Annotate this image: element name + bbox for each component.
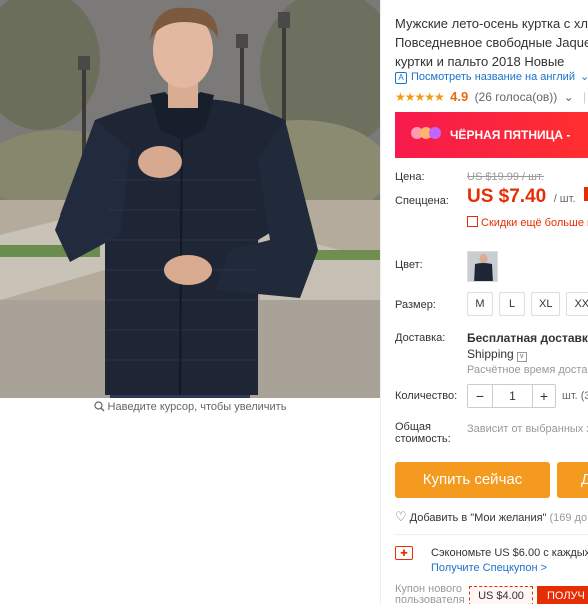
chevron-down-icon: v [516,352,527,362]
wishlist-text: Добавить в "Мои желания" [409,512,547,524]
product-main-image[interactable] [0,0,380,398]
quantity-label: Количество: [395,390,458,402]
new-user-coupon-label: Купон нового пользователя [395,584,465,604]
quantity-unit: шт. (3 [562,390,588,402]
buy-now-button[interactable]: Купить сейчас [395,462,550,498]
product-title-line-1: Мужские лето-осень куртка с хл [395,16,588,31]
color-thumb-image [468,252,497,281]
more-discounts-link[interactable]: Скидки ещё больше в [467,216,588,229]
zoom-hint: Наведите курсор, чтобы увеличить [0,401,380,415]
more-discounts-suffix: в [584,217,588,229]
rating-separator: | [583,90,587,104]
quantity-stepper: − 1 + [467,384,556,408]
wishlist-count: (169 до [549,512,588,524]
rating-chevron-icon: ⌄ [563,90,574,104]
add-to-wishlist-link[interactable]: ♡ Добавить в "Мои желания" (169 до [395,509,587,525]
zoom-hint-text: Наведите курсор, чтобы увеличить [107,401,287,413]
translate-dropdown-icon: ⌄ [580,71,588,83]
translate-title-link[interactable]: A Посмотреть название на англий ⌄ [395,70,588,84]
quantity-decrement-button[interactable]: − [468,385,492,407]
product-rating[interactable]: ★★★★★ 4.9 (26 голоса(ов)) ⌄ | 8 [395,89,588,104]
rating-votes: (26 голоса(ов)) [474,90,558,104]
color-label: Цвет: [395,259,423,271]
special-price-unit: / шт. [553,193,576,205]
size-label: Размер: [395,299,436,311]
special-price-label: Спеццена: [395,195,449,207]
add-to-cart-button[interactable]: Д [557,462,588,498]
size-option-l[interactable]: L [499,292,525,316]
size-option-m[interactable]: M [467,292,493,316]
section-divider [395,534,588,535]
product-title: Мужские лето-осень куртка с хл Повседнев… [395,14,588,71]
shipping-method-text: Shipping [467,347,514,361]
price-label: Цена: [395,171,425,183]
rating-stars: ★★★★★ [395,90,445,104]
size-option-xl[interactable]: XL [531,292,561,316]
product-title-line-2: Повседневное свободные Jaque [395,35,588,50]
new-user-coupon-amount: US $4.00 [469,586,533,604]
shipping-method-select[interactable]: Shipping v [467,347,527,362]
old-price: US $19.99 / шт. [467,171,544,183]
quantity-increment-button[interactable]: + [533,385,555,407]
color-option-navy[interactable] [467,251,498,282]
total-label: Общая стоимость: [395,421,451,445]
more-discounts-text: Скидки ещё больше [481,217,584,229]
heart-icon: ♡ [395,509,407,524]
banner-text: ЧЁРНАЯ ПЯТНИЦА [450,128,564,142]
discount-tag-icon [583,187,588,201]
total-label-line-1: Общая [395,421,431,433]
quantity-input[interactable]: 1 [492,385,533,407]
column-divider [380,0,381,604]
search-icon [93,401,105,415]
special-price-amount: US $7.40 [467,186,547,207]
translate-link-text: Посмотреть название на англий [411,71,575,83]
shipping-time: Расчётное время доставки [467,364,588,376]
shipping-label: Доставка: [395,332,446,344]
total-note: Зависит от выбранных х [467,423,588,435]
get-coupon-link[interactable]: Получите Спецкупон > [431,562,547,574]
banner-suffix: - [563,128,571,142]
ticket-icon: ✚ [395,546,413,560]
rating-score: 4.9 [450,89,469,104]
get-new-user-coupon-button[interactable]: ПОЛУЧ [537,586,588,604]
coupon-icon [467,216,478,227]
product-photo-svg [0,0,380,398]
special-price: US $7.40 / шт. [467,186,588,208]
product-title-line-3: куртки и пальто 2018 Новые [395,54,565,69]
size-selector: M L XL XX [467,292,588,316]
total-label-line-2: стоимость: [395,433,451,445]
size-option-xxl[interactable]: XX [566,292,588,316]
saving-text: Сэкономьте US $6.00 с каждых U [431,547,588,559]
new-user-coupon-label-line-2: пользователя [395,594,465,604]
translate-icon: A [395,72,407,84]
banner-dots-icon [411,127,441,142]
black-friday-banner[interactable]: ЧЁРНАЯ ПЯТНИЦА - [395,112,588,158]
shipping-title: Бесплатная доставка в [467,331,588,345]
